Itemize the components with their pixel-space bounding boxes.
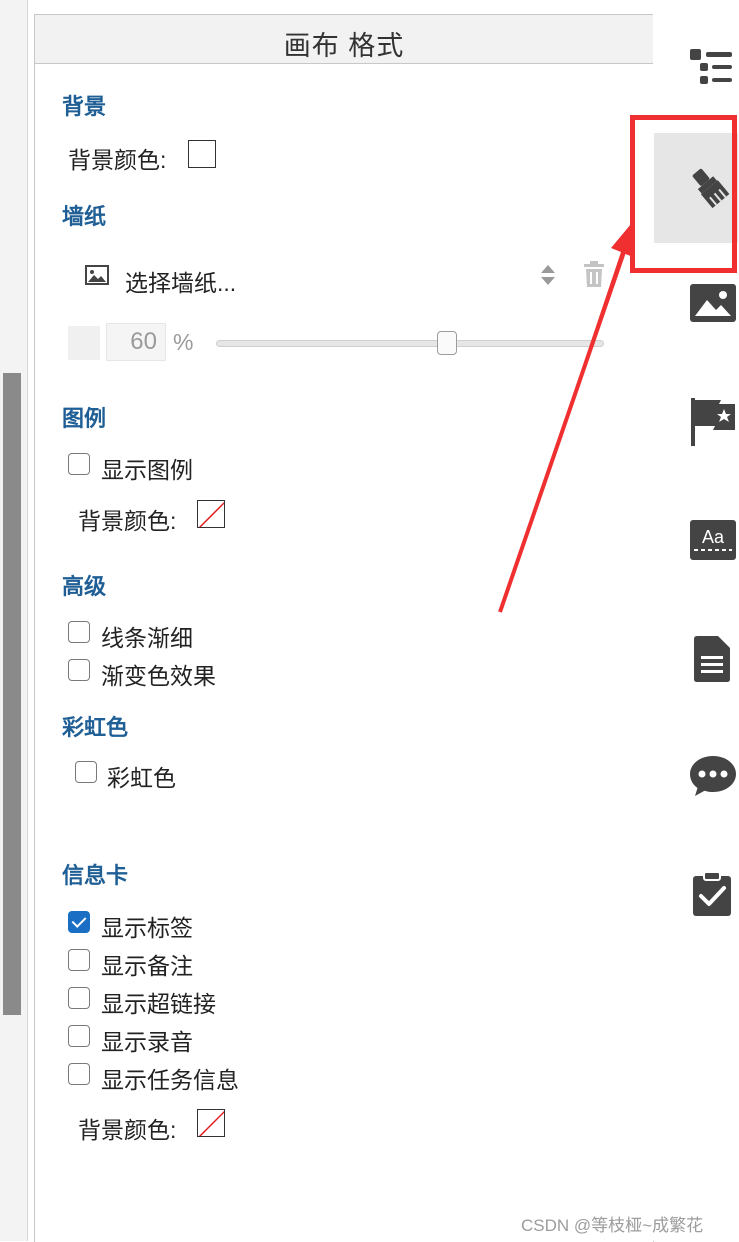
infocard-color-swatch[interactable] <box>197 1109 225 1137</box>
trash-icon[interactable] <box>583 261 605 287</box>
show-tags-checkbox[interactable] <box>68 911 90 933</box>
toolbar-text-style-button[interactable]: Aa <box>653 490 739 600</box>
toolbar-task-button[interactable] <box>653 842 739 952</box>
opacity-input[interactable]: 60 <box>106 323 166 361</box>
image-icon <box>690 284 736 322</box>
text-style-icon: Aa <box>690 520 736 560</box>
toolbar-marker-button[interactable] <box>653 365 739 475</box>
svg-text:Aa: Aa <box>702 527 725 547</box>
opacity-color-box <box>68 326 100 360</box>
show-audio-checkbox[interactable] <box>68 1025 90 1047</box>
wallpaper-select[interactable]: 选择墙纸... <box>50 245 610 296</box>
section-title-wallpaper: 墙纸 <box>62 204 107 229</box>
legend-color-label: 背景颜色: <box>78 508 177 534</box>
panel-header: 画布 格式 <box>35 15 653 64</box>
show-audio-label: 显示录音 <box>101 1029 193 1055</box>
section-title-advanced: 高级 <box>62 574 107 599</box>
show-notes-checkbox[interactable] <box>68 949 90 971</box>
toolbar-comment-button[interactable] <box>653 722 739 832</box>
background-color-swatch[interactable] <box>188 140 216 168</box>
line-taper-checkbox[interactable] <box>68 621 90 643</box>
rainbow-checkbox[interactable] <box>75 761 97 783</box>
comment-icon <box>690 756 736 796</box>
left-scrollbar-thumb[interactable] <box>3 373 21 1015</box>
opacity-slider-thumb[interactable] <box>437 331 457 355</box>
section-title-legend: 图例 <box>62 406 107 431</box>
legend-color-swatch[interactable] <box>197 500 225 528</box>
gradient-checkbox[interactable] <box>68 659 90 681</box>
panel-title: 画布 格式 <box>283 31 405 61</box>
updown-arrows-icon[interactable] <box>540 263 556 287</box>
show-legend-label: 显示图例 <box>101 457 193 483</box>
wallpaper-select-label: 选择墙纸... <box>125 270 237 296</box>
gradient-label: 渐变色效果 <box>101 663 216 689</box>
show-task-info-checkbox[interactable] <box>68 1063 90 1085</box>
section-title-infocard: 信息卡 <box>62 863 129 888</box>
clipboard-check-icon <box>693 872 731 916</box>
opacity-unit: % <box>173 329 194 355</box>
annotation-highlight-box <box>630 115 737 273</box>
show-notes-label: 显示备注 <box>101 953 193 979</box>
flag-star-icon <box>691 398 735 446</box>
section-title-background: 背景 <box>62 94 107 119</box>
show-legend-checkbox[interactable] <box>68 453 90 475</box>
infocard-color-label: 背景颜色: <box>78 1117 177 1143</box>
opacity-slider-track[interactable] <box>216 340 604 347</box>
line-taper-label: 线条渐细 <box>101 625 193 651</box>
section-title-rainbow: 彩虹色 <box>62 715 129 740</box>
show-hyperlinks-checkbox[interactable] <box>68 987 90 1009</box>
picture-icon <box>85 265 109 285</box>
toolbar-notes-button[interactable] <box>653 606 739 716</box>
show-tags-label: 显示标签 <box>101 915 193 941</box>
background-color-label: 背景颜色: <box>68 147 167 173</box>
show-hyperlinks-label: 显示超链接 <box>101 991 216 1017</box>
rainbow-label: 彩虹色 <box>107 765 176 791</box>
document-icon <box>694 636 730 682</box>
outline-list-icon <box>690 49 732 84</box>
show-task-info-label: 显示任务信息 <box>101 1067 239 1093</box>
watermark: CSDN @等枝桠~成繁花 <box>521 1216 704 1235</box>
